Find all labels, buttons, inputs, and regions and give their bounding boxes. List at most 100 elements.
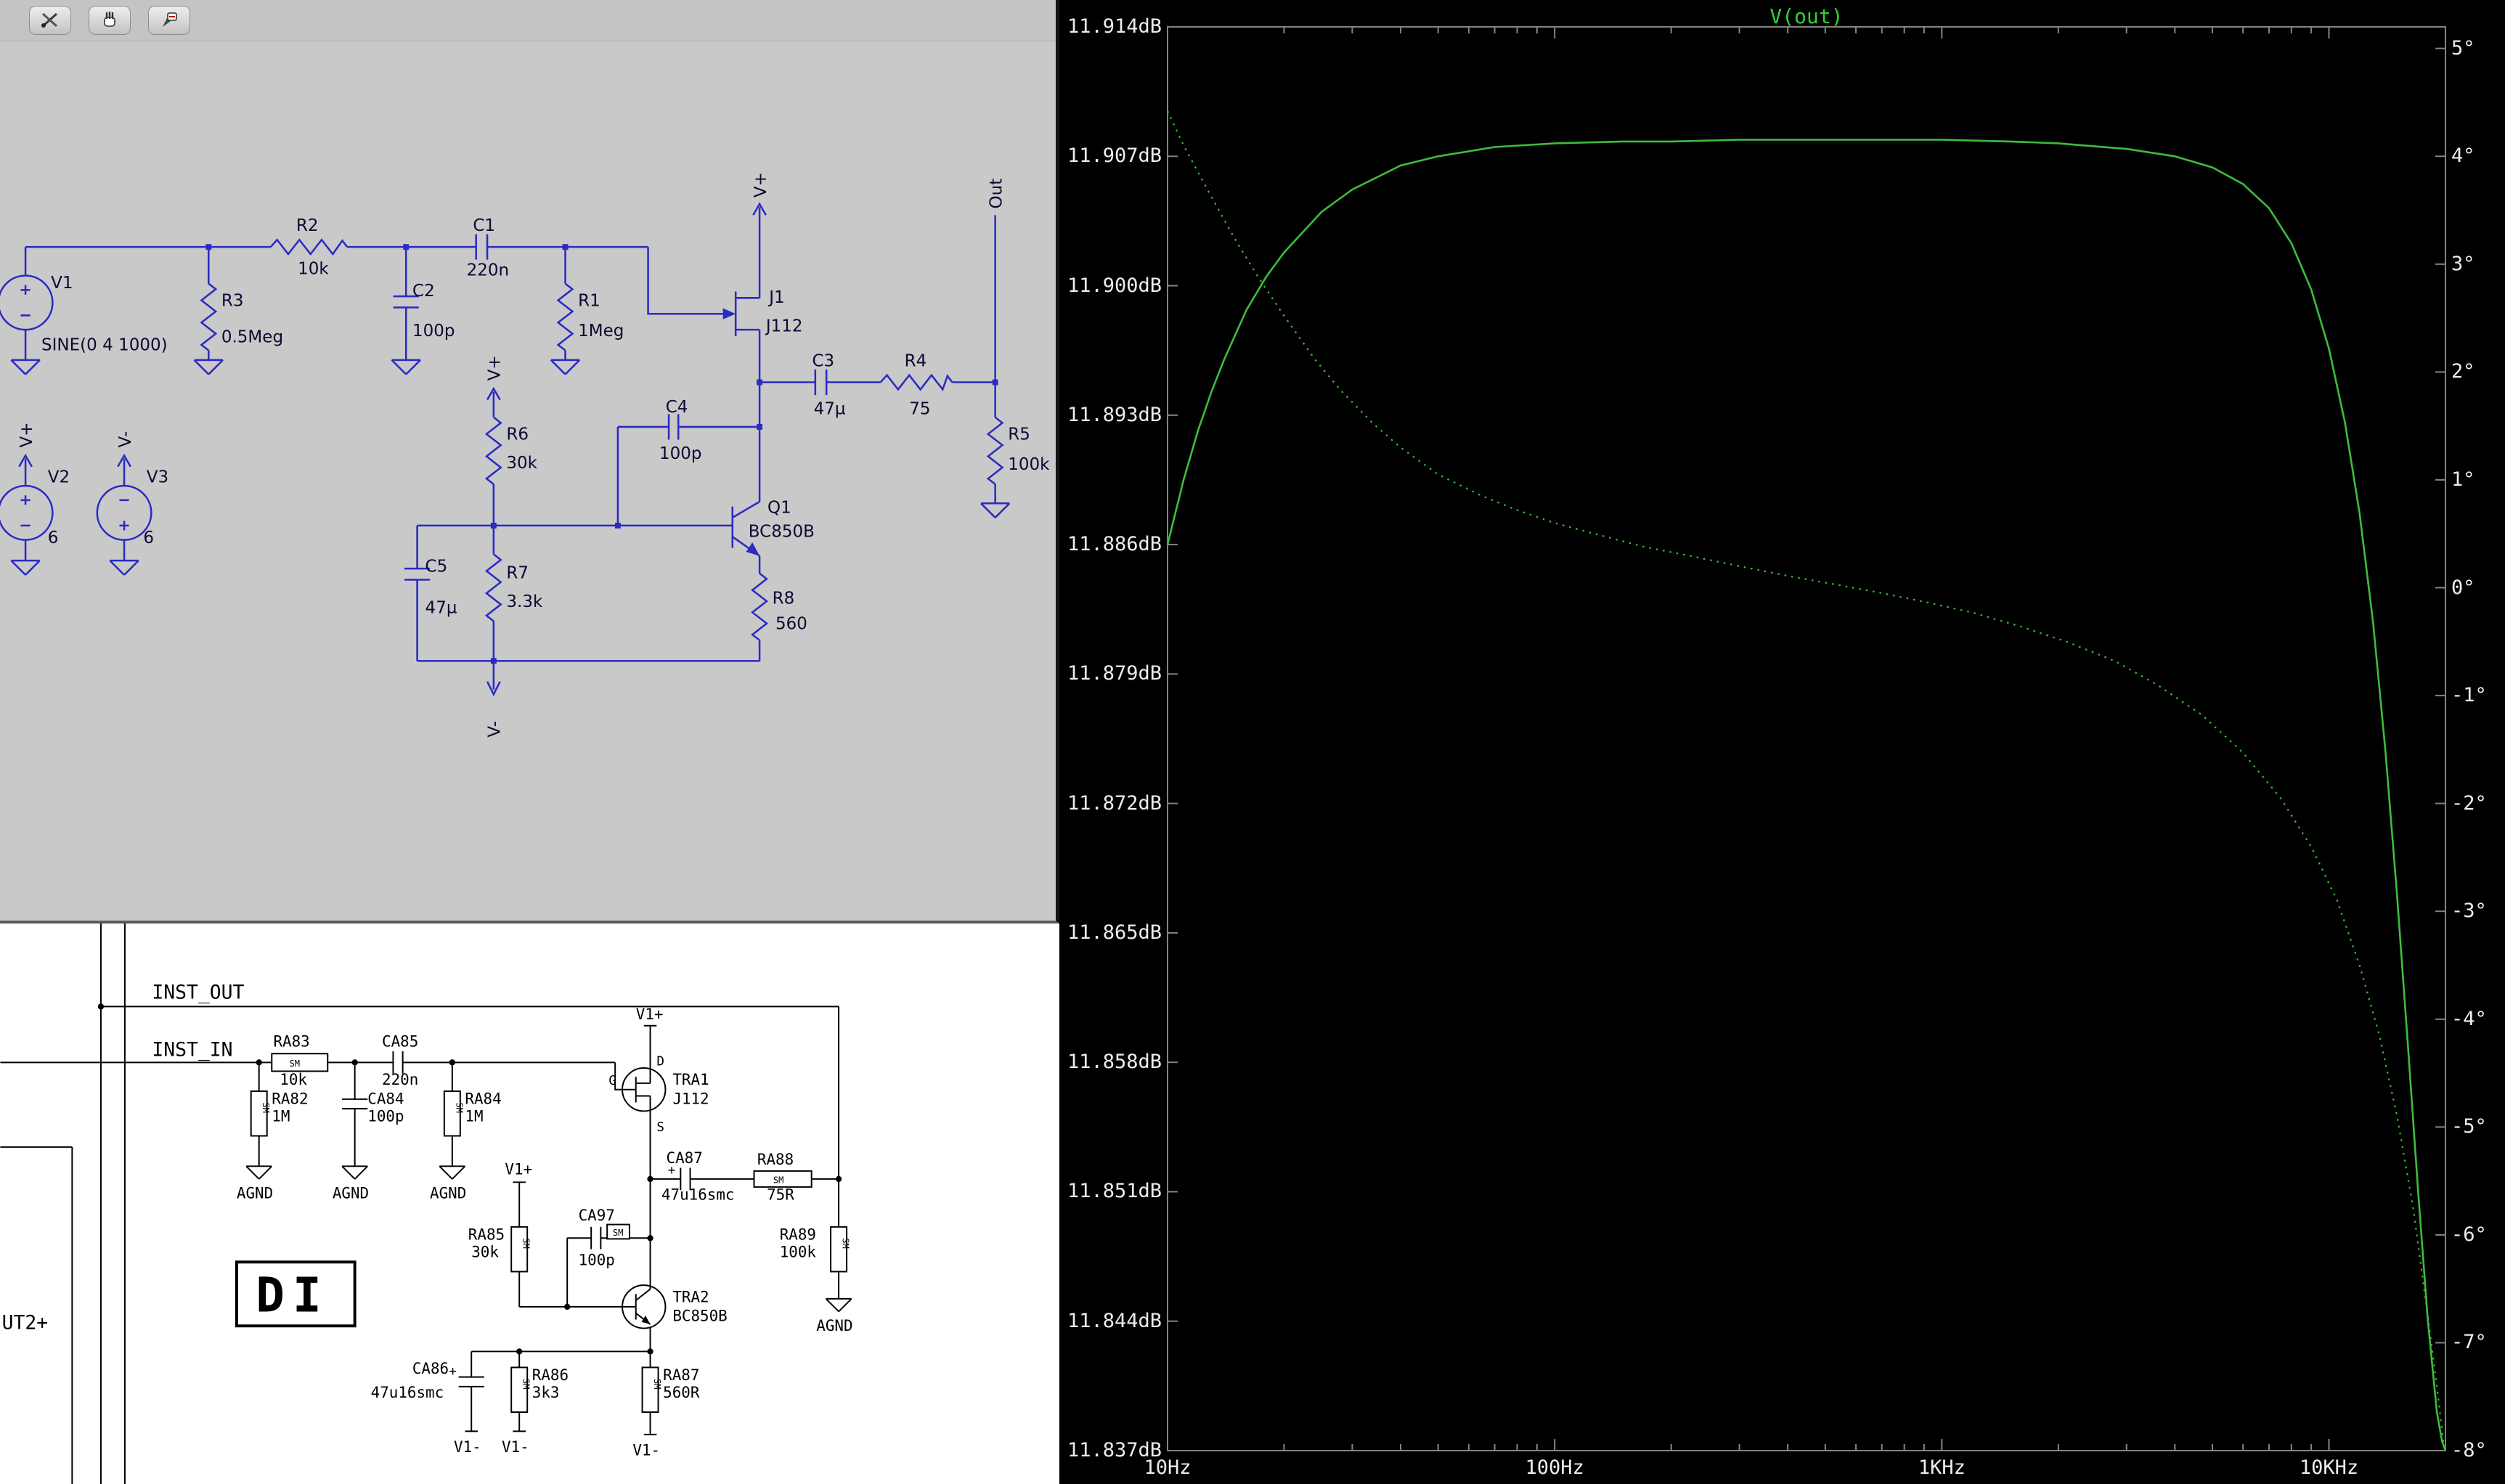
ref-label: C3 — [812, 352, 834, 371]
net-label-inst-out[interactable]: INST_OUT — [152, 982, 244, 1003]
value-label: 100p — [579, 1252, 615, 1269]
phase-axis-label: -5° — [2451, 1115, 2487, 1138]
value-label: 30k — [471, 1244, 499, 1261]
net-label-inst-in[interactable]: INST_IN — [152, 1040, 232, 1061]
wires[interactable] — [25, 207, 995, 689]
db-axis-label: 11.893dB — [1059, 404, 1162, 426]
capacitor-ca85[interactable]: CA85 220n — [382, 1032, 418, 1088]
db-axis-label: 11.914dB — [1059, 15, 1162, 38]
value-label: 47u16smc — [661, 1186, 735, 1204]
value-label: BC850B — [749, 522, 815, 541]
jfet-tra1[interactable]: G D S TRA1 J112 — [608, 1055, 709, 1135]
resistor-ra82[interactable]: SM RA82 1M — [251, 1090, 309, 1136]
voltage-source-v2[interactable]: V+ V2 6 — [0, 422, 70, 547]
ref-label: RA86 — [532, 1366, 569, 1384]
probe-tool-icon — [158, 11, 180, 30]
trace-phase[interactable] — [1168, 111, 2445, 1451]
resistor-r6[interactable]: V+ R6 30k — [486, 355, 538, 484]
resistor-r3[interactable]: R3 0.5Meg — [201, 284, 283, 351]
vplus-flag-j1[interactable]: V+ — [752, 172, 770, 215]
pan-tool-button[interactable] — [89, 6, 131, 35]
value-label: 100p — [367, 1108, 404, 1125]
resistor-r2[interactable]: R2 10k — [271, 216, 347, 278]
sm-marker: SM — [652, 1379, 662, 1390]
resistor-r8[interactable]: R8 560 — [752, 574, 807, 640]
phase-axis-label: 3° — [2451, 253, 2475, 275]
out-net-label[interactable]: Out — [987, 179, 1006, 209]
resistor-r1[interactable]: R1 1Meg — [558, 284, 624, 351]
ref-label: RA88 — [757, 1151, 794, 1168]
ref-label: RA85 — [468, 1226, 505, 1243]
phase-axis-label: -1° — [2451, 684, 2487, 706]
capacitor-ca84[interactable]: CA84 100p — [342, 1090, 404, 1125]
plot-canvas[interactable] — [1059, 0, 2505, 1484]
bjt-tra2[interactable]: TRA2 BC850B — [622, 1285, 728, 1328]
phase-axis-label: -8° — [2451, 1439, 2487, 1461]
phase-axis-label: -3° — [2451, 900, 2487, 922]
voltage-source-v3[interactable]: V- V3 6 — [97, 431, 168, 547]
pcb-schematic-canvas[interactable]: INST_OUT INST_IN UT2+ SM RA83 10k CA85 2… — [0, 924, 1059, 1484]
phase-axis-label: 0° — [2451, 576, 2475, 599]
value-label: 220n — [467, 261, 510, 280]
value-label: 220n — [382, 1071, 418, 1088]
pcb-schematic-panel[interactable]: INST_OUT INST_IN UT2+ SM RA83 10k CA85 2… — [0, 924, 1059, 1484]
ref-label: J1 — [767, 288, 784, 307]
ref-label: CA85 — [382, 1032, 418, 1050]
value-label: 10k — [298, 259, 329, 278]
ref-label: R3 — [221, 291, 244, 310]
sm-marker: SM — [841, 1238, 851, 1249]
capacitor-ca86[interactable]: CA86 + 47u16smc V1- — [371, 1360, 484, 1456]
freq-axis-label: 10Hz — [1117, 1456, 1218, 1479]
resistor-r7[interactable]: R7 3.3k — [486, 526, 543, 621]
value-label: 47µ — [814, 399, 846, 418]
db-axis-label: 11.907dB — [1059, 144, 1162, 167]
v1plus-flag-tra1[interactable]: V1+ — [636, 1006, 664, 1032]
db-axis-label: 11.851dB — [1059, 1180, 1162, 1202]
probe-tool-button[interactable] — [148, 6, 190, 35]
trace-magnitude[interactable] — [1168, 139, 2445, 1451]
value-label: J112 — [672, 1090, 709, 1108]
capacitor-c2[interactable]: C2 100p — [394, 282, 455, 341]
resistor-ra89[interactable]: SM RA89 100k AGND — [780, 1226, 853, 1334]
capacitor-c1[interactable]: C1 220n — [467, 216, 510, 280]
net-label-ut2[interactable]: UT2+ — [2, 1313, 49, 1334]
ref-label: C5 — [425, 558, 448, 576]
db-axis-label: 11.865dB — [1059, 921, 1162, 944]
value-label: 75 — [909, 399, 930, 418]
capacitor-c5[interactable]: C5 47µ — [404, 526, 457, 618]
ref-label: C1 — [473, 216, 495, 235]
net-label: V+ — [17, 422, 36, 447]
sm-marker: SM — [613, 1228, 624, 1238]
schematic-canvas[interactable]: V1 SINE(0 4 1000) R3 0.5Meg R2 10k C2 10… — [0, 0, 1056, 921]
resistor-r4[interactable]: R4 75 — [881, 352, 953, 419]
junction-dots — [205, 244, 998, 664]
phase-axis-label: 1° — [2451, 468, 2475, 491]
bjt-q1[interactable]: Q1 BC850B — [713, 498, 814, 555]
db-axis-label: 11.886dB — [1059, 533, 1162, 555]
vminus-flag-bottom[interactable]: V- — [486, 682, 505, 738]
waveform-viewer-panel[interactable]: V(out) 11.914dB11.907dB11.900dB11.893dB1… — [1059, 0, 2505, 1484]
power-label: V1+ — [636, 1006, 664, 1023]
resistor-ra88[interactable]: SM RA88 75R — [754, 1151, 812, 1203]
phase-axis-label: 4° — [2451, 144, 2475, 167]
net-label: V- — [486, 721, 505, 738]
resistor-r5[interactable]: R5 100k — [988, 417, 1050, 484]
power-label: V1- — [632, 1441, 660, 1459]
resistor-ra84[interactable]: SM RA84 1M — [444, 1090, 502, 1136]
db-axis-label: 11.872dB — [1059, 792, 1162, 815]
net-label: V+ — [486, 355, 505, 380]
resistor-ra87[interactable]: SM RA87 560R V1- — [632, 1366, 699, 1459]
ref-label: R4 — [905, 352, 927, 371]
resistor-ra83[interactable]: SM RA83 10k — [272, 1032, 327, 1088]
value-label: 0.5Meg — [221, 328, 283, 347]
capacitor-c3[interactable]: C3 47µ — [812, 352, 845, 419]
spice-schematic-panel[interactable]: V1 SINE(0 4 1000) R3 0.5Meg R2 10k C2 10… — [0, 0, 1059, 924]
ref-label: V3 — [147, 468, 168, 487]
resistor-ra85[interactable]: V1+ SM RA85 30k — [468, 1160, 532, 1271]
capacitor-ca87[interactable]: + CA87 47u16smc — [661, 1149, 735, 1204]
capacitor-c4[interactable]: C4 100p — [659, 398, 702, 463]
value-label: 100k — [780, 1244, 817, 1261]
sm-marker: SM — [454, 1102, 464, 1113]
cutter-tool-button[interactable] — [29, 6, 71, 35]
resistor-ra86[interactable]: SM RA86 3k3 V1- — [502, 1366, 569, 1456]
